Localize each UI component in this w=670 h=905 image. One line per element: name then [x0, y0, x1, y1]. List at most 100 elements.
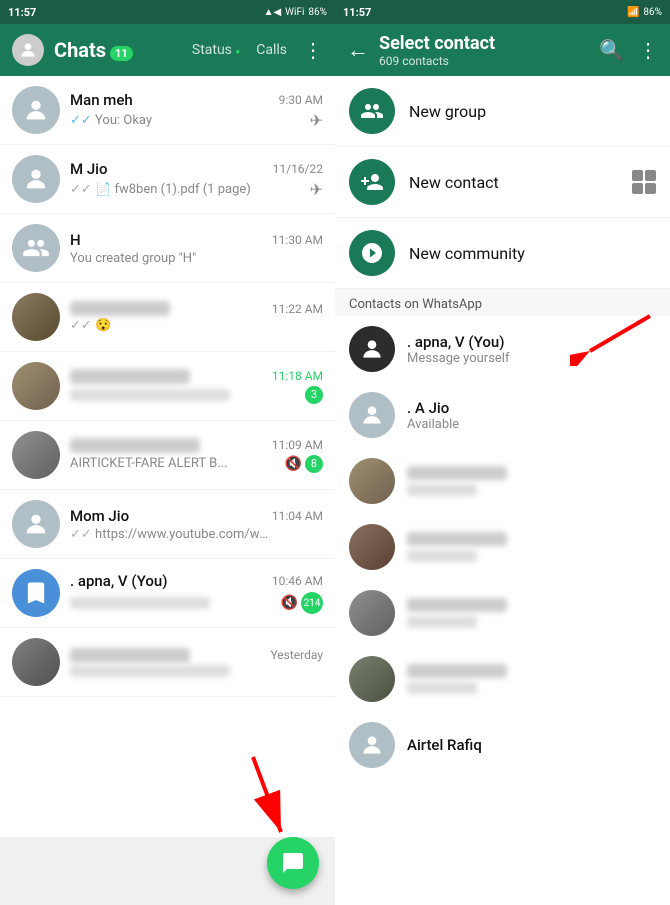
chat-name-apna-v: . apna, V (You)	[70, 572, 167, 590]
contact-name-a-jio: . A Jio	[407, 399, 656, 417]
contact-count: 609 contacts	[379, 54, 589, 68]
avatar-blurred4	[12, 638, 60, 686]
contact-info-blurred-c1	[407, 466, 656, 496]
new-contact-icon-circle	[349, 159, 395, 205]
contact-blurred-c2[interactable]	[335, 514, 670, 580]
contact-airtel-rafiq[interactable]: Airtel Rafiq	[335, 712, 670, 778]
more-options-icon-right[interactable]: ⋮	[638, 38, 658, 62]
chat-info-apna-v: . apna, V (You) 10:46 AM 🔇 214	[70, 572, 323, 614]
chat-item-blurred2[interactable]: 11:18 AM 3	[0, 352, 335, 421]
select-contact-title: Select contact	[379, 33, 589, 54]
avatar-blurred2	[12, 362, 60, 410]
chat-item-m-jio[interactable]: M Jio 11/16/22 ✓✓ 📄 fw8ben (1).pdf (1 pa…	[0, 145, 335, 214]
avatar-h-group	[12, 224, 60, 272]
avatar-blurred-c3	[349, 590, 395, 636]
chat-name-man-meh: Man meh	[70, 91, 133, 109]
muted-icon-apna-v: 🔇	[281, 595, 298, 611]
qr-icon	[632, 170, 656, 194]
left-time: 11:57	[8, 6, 36, 19]
blurred-preview4	[70, 665, 230, 677]
blurred-name4	[70, 648, 190, 663]
left-wifi-icon: WiFi	[285, 7, 304, 18]
avatar-blurred1	[12, 293, 60, 341]
profile-avatar[interactable]	[12, 34, 44, 66]
contact-status-a-jio: Available	[407, 417, 656, 432]
contact-info-blurred-c2	[407, 532, 656, 562]
contact-blurred-c3[interactable]	[335, 580, 670, 646]
chat-preview-airticket: AIRTICKET-FARE ALERT B...	[70, 456, 228, 471]
chat-info-h-group: H 11:30 AM You created group "H"	[70, 231, 323, 266]
chat-item-blurred4[interactable]: Yesterday	[0, 628, 335, 697]
chat-info-man-meh: Man meh 9:30 AM ✓✓ You: Okay ✈	[70, 91, 323, 130]
chat-preview-m-jio: ✓✓ 📄 fw8ben (1).pdf (1 page)	[70, 182, 251, 197]
left-status-icons: ▲◀ WiFi 86%	[264, 7, 327, 18]
avatar-airtel-rafiq	[349, 722, 395, 768]
right-time: 11:57	[343, 6, 371, 19]
contacts-on-wa-section: Contacts on WhatsApp	[335, 289, 670, 316]
back-button[interactable]: ←	[347, 37, 369, 63]
contact-info-blurred-c4	[407, 664, 656, 694]
chat-preview-mom-jio: ✓✓ https://www.youtube.com/watc...	[70, 527, 270, 542]
chats-badge: 11	[110, 46, 133, 61]
contact-status-apna-v-you: Message yourself	[407, 351, 656, 366]
new-community-item[interactable]: New community	[335, 218, 670, 289]
pin-icon: ✈	[310, 111, 323, 130]
chat-list: Man meh 9:30 AM ✓✓ You: Okay ✈ M Ji	[0, 76, 335, 837]
contact-info-airtel-rafiq: Airtel Rafiq	[407, 736, 656, 754]
search-icon[interactable]: 🔍	[599, 38, 624, 62]
chat-name-h-group: H	[70, 231, 81, 249]
new-community-label: New community	[409, 244, 525, 263]
new-contact-item[interactable]: New contact	[335, 147, 670, 218]
avatar-m-jio	[12, 155, 60, 203]
avatar-mom-jio	[12, 500, 60, 548]
chat-preview-blurred1: ✓✓ 😯	[70, 318, 111, 333]
unread-badge-8: 8	[305, 455, 323, 473]
muted-icon-airticket: 🔇	[285, 456, 302, 472]
left-status-bar: 11:57 ▲◀ WiFi 86%	[0, 0, 335, 24]
unread-badge-214: 214	[301, 592, 323, 614]
avatar-apna-v-you	[349, 326, 395, 372]
contact-list: New group New contact New community Cont…	[335, 76, 670, 905]
chat-item-man-meh[interactable]: Man meh 9:30 AM ✓✓ You: Okay ✈	[0, 76, 335, 145]
new-chat-fab[interactable]	[267, 837, 319, 889]
contact-blurred-c1[interactable]	[335, 448, 670, 514]
chat-item-mom-jio[interactable]: Mom Jio 11:04 AM ✓✓ https://www.youtube.…	[0, 490, 335, 559]
pin-icon2: ✈	[310, 180, 323, 199]
blurred-preview2	[70, 389, 230, 401]
chat-time-airticket: 11:09 AM	[272, 438, 323, 452]
chat-time-mom-jio: 11:04 AM	[272, 509, 323, 523]
blurred-name-airticket	[70, 438, 200, 453]
contact-blurred-c4[interactable]	[335, 646, 670, 712]
contact-a-jio[interactable]: . A Jio Available	[335, 382, 670, 448]
new-group-item[interactable]: New group	[335, 76, 670, 147]
contact-name-apna-v-you: . apna, V (You)	[407, 333, 656, 351]
chat-item-blurred1[interactable]: 11:22 AM ✓✓ 😯	[0, 283, 335, 352]
grey-check-blurred1: ✓✓	[70, 318, 92, 333]
chat-info-airticket: 11:09 AM AIRTICKET-FARE ALERT B... 🔇 8	[70, 438, 323, 473]
right-signal-icon: 📶	[627, 7, 639, 18]
tab-calls[interactable]: Calls	[256, 42, 287, 58]
new-community-icon-circle	[349, 230, 395, 276]
apna-v-you-container: . apna, V (You) Message yourself	[335, 316, 670, 382]
chat-info-blurred2: 11:18 AM 3	[70, 369, 323, 404]
blurred-status-c3	[407, 616, 477, 628]
apna-v-meta: 🔇 214	[281, 592, 323, 614]
tab-status[interactable]: Status ●	[192, 42, 240, 58]
left-header-actions: Status ● Calls ⋮	[192, 38, 323, 62]
chat-time-m-jio: 11/16/22	[273, 162, 323, 176]
chat-preview-man-meh: ✓✓ You: Okay	[70, 113, 152, 128]
right-status-icons: 📶 86%	[627, 7, 662, 18]
chat-info-m-jio: M Jio 11/16/22 ✓✓ 📄 fw8ben (1).pdf (1 pa…	[70, 160, 323, 199]
contact-name-airtel-rafiq: Airtel Rafiq	[407, 736, 656, 754]
blurred-preview-apna-v	[70, 597, 210, 609]
more-options-icon[interactable]: ⋮	[303, 38, 323, 62]
blurred-status-c4	[407, 682, 477, 694]
chat-item-airticket[interactable]: 11:09 AM AIRTICKET-FARE ALERT B... 🔇 8	[0, 421, 335, 490]
contact-info-blurred-c3	[407, 598, 656, 628]
contact-info-a-jio: . A Jio Available	[407, 399, 656, 432]
chat-item-h-group[interactable]: H 11:30 AM You created group "H"	[0, 214, 335, 283]
contact-apna-v-you[interactable]: . apna, V (You) Message yourself	[335, 316, 670, 382]
chat-item-apna-v[interactable]: . apna, V (You) 10:46 AM 🔇 214	[0, 559, 335, 628]
right-battery: 86%	[643, 7, 662, 18]
blurred-name-c2	[407, 532, 507, 546]
